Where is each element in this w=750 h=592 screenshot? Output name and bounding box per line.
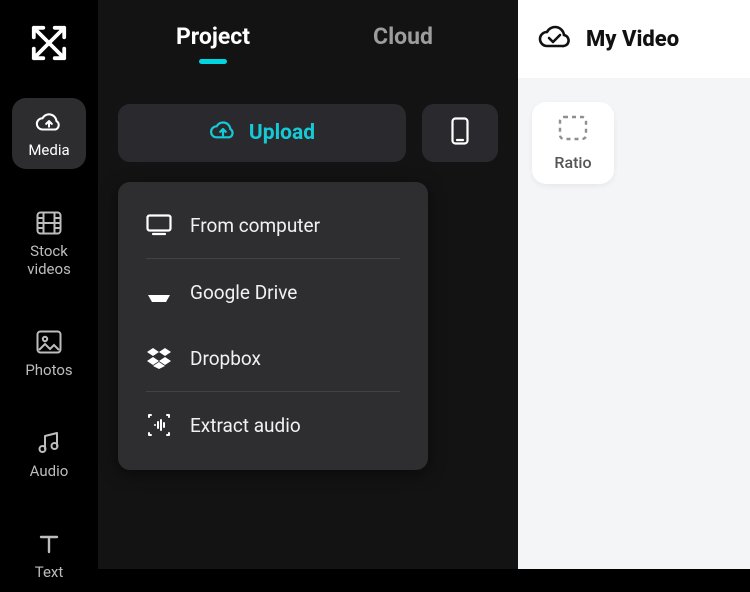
sidebar-item-photos[interactable]: Photos [12, 318, 86, 389]
device-button[interactable] [422, 104, 498, 162]
menu-item-google-drive[interactable]: Google Drive [146, 259, 400, 325]
sidebar-item-label: Photos [25, 362, 72, 379]
sidebar-item-audio[interactable]: Audio [12, 419, 86, 490]
ratio-label: Ratio [554, 153, 591, 172]
right-panel: My Video Ratio [518, 0, 750, 569]
upload-label: Upload [249, 121, 315, 145]
dropbox-icon [146, 345, 172, 371]
page-title: My Video [586, 27, 679, 52]
cloud-icon [35, 108, 63, 136]
menu-item-dropbox[interactable]: Dropbox [146, 325, 400, 391]
ratio-button[interactable]: Ratio [532, 102, 614, 184]
monitor-icon [146, 212, 172, 238]
ratio-icon [558, 115, 588, 145]
upload-menu: From computer Google Drive Dropbox Extra… [118, 182, 428, 470]
sidebar-item-stock-videos[interactable]: Stock videos [12, 199, 86, 288]
menu-item-label: Google Drive [190, 281, 297, 304]
menu-item-extract-audio[interactable]: Extract audio [146, 392, 400, 458]
upload-button[interactable]: Upload [118, 104, 406, 162]
tab-cloud[interactable]: Cloud [308, 5, 498, 70]
sidebar-item-media[interactable]: Media [12, 98, 86, 169]
sidebar-item-label: Text [35, 564, 64, 581]
sidebar-item-label: Media [28, 142, 69, 159]
tabs: Project Cloud [118, 0, 498, 74]
tab-project[interactable]: Project [118, 5, 308, 70]
phone-icon [451, 117, 469, 149]
center-panel: Project Cloud Upload From computer [98, 0, 518, 569]
nav-list: Media Stock videos Photos Audio Text [12, 98, 86, 592]
film-icon [35, 209, 63, 237]
text-icon [35, 530, 63, 558]
google-drive-icon [146, 279, 172, 305]
cloud-upload-icon [209, 119, 237, 147]
sidebar: Media Stock videos Photos Audio Text [0, 0, 98, 569]
sidebar-item-text[interactable]: Text [12, 520, 86, 591]
menu-item-label: Extract audio [190, 414, 301, 437]
right-header: My Video [518, 0, 750, 78]
menu-item-label: From computer [190, 214, 320, 237]
image-icon [35, 328, 63, 356]
music-icon [35, 429, 63, 457]
menu-item-from-computer[interactable]: From computer [146, 192, 400, 258]
sidebar-item-label: Audio [30, 463, 69, 480]
action-row: Upload [118, 104, 498, 162]
menu-item-label: Dropbox [190, 347, 261, 370]
extract-audio-icon [146, 412, 172, 438]
app-logo[interactable] [29, 24, 69, 62]
cloud-check-icon [538, 24, 570, 54]
sidebar-item-label: Stock videos [27, 243, 71, 278]
